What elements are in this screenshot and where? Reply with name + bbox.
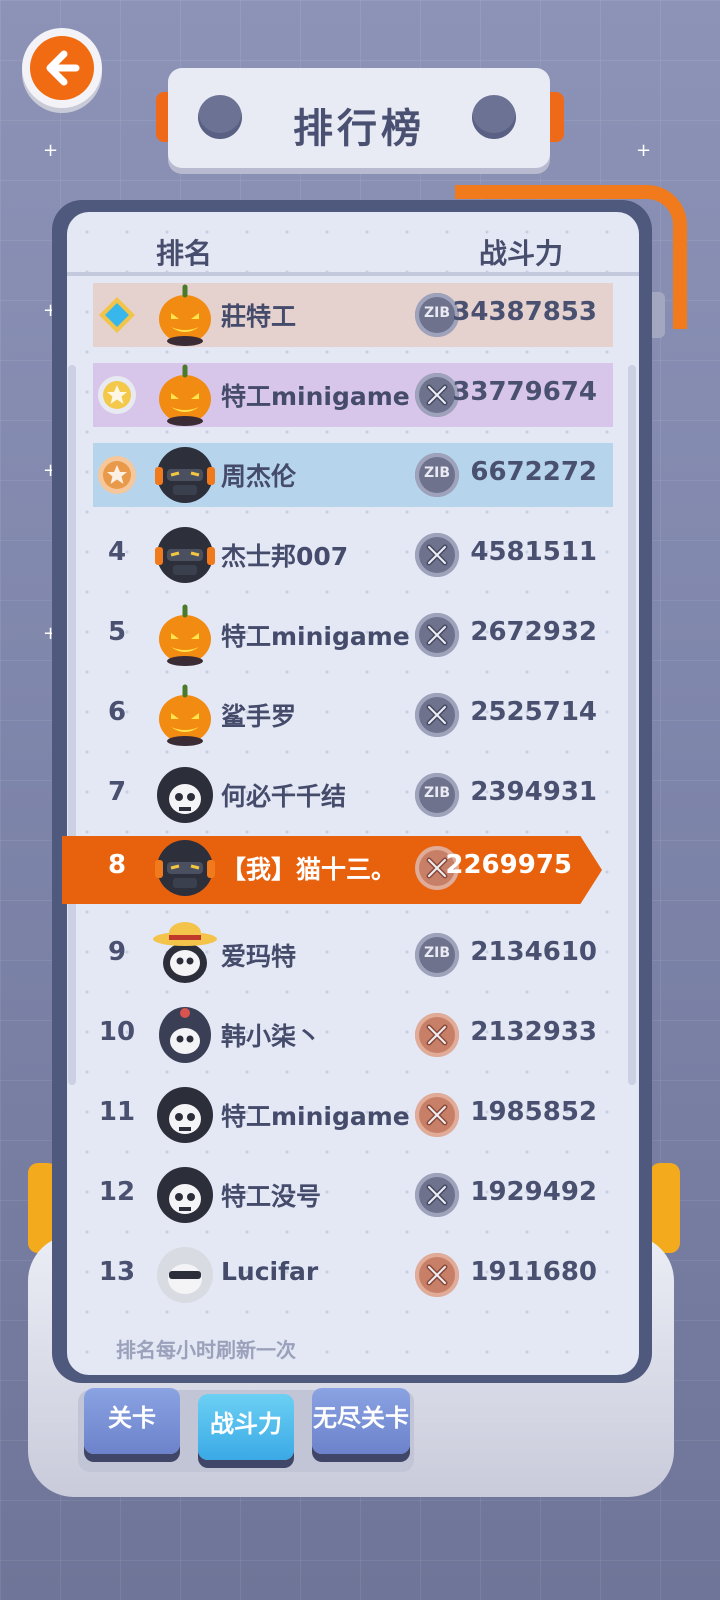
leaderboard-row[interactable]: 13 Lucifar 1911680	[93, 1243, 613, 1307]
player-name: Lucifar	[221, 1257, 319, 1286]
leaderboard-row[interactable]: 5 特工minigame 2672932	[93, 603, 613, 667]
player-name: 特工没号	[221, 1182, 322, 1211]
leaderboard-row[interactable]: 11 特工minigame 1985852	[93, 1083, 613, 1147]
player-name: 何必千千结	[221, 782, 347, 811]
combat-power-value: 34387853	[452, 297, 597, 327]
combat-power-value: 33779674	[452, 377, 597, 407]
crossed-swords-badge-icon	[415, 1253, 459, 1297]
helmet-avatar-icon[interactable]	[153, 519, 217, 587]
crossed-swords-badge-icon	[415, 1093, 459, 1137]
leaderboard-row[interactable]: 9 爱玛特 ZIB 2134610	[93, 922, 613, 987]
leaderboard-row[interactable]: 10 韩小柒丶 2132933	[93, 1003, 613, 1067]
combat-power-value: 2134610	[470, 937, 597, 967]
scrollbar[interactable]	[628, 365, 636, 1085]
pumpkin-avatar-icon[interactable]	[153, 279, 217, 347]
player-name: 周杰伦	[221, 462, 297, 491]
crossed-swords-badge-icon	[415, 693, 459, 737]
player-name: 特工minigame	[221, 382, 410, 411]
player-name: 韩小柒丶	[221, 1022, 322, 1051]
gold-star-medal-icon	[97, 375, 137, 415]
tab-levels[interactable]: 关卡	[84, 1388, 180, 1454]
crossed-swords-badge-icon	[415, 1013, 459, 1057]
rank-number: 11	[98, 1097, 136, 1127]
leaderboard-row[interactable]: 6 鲨手罗 2525714	[93, 683, 613, 747]
helmet-avatar-icon[interactable]	[153, 439, 217, 507]
skull-hood-avatar-icon[interactable]	[153, 759, 217, 827]
page-title: 排行榜	[293, 106, 425, 152]
player-name: 莊特工	[221, 302, 297, 331]
my-rank-row[interactable]: 8 【我】猫十三。 2269975	[62, 836, 602, 904]
combat-power-value: 1911680	[470, 1257, 597, 1287]
skull-straw-hat-avatar-icon[interactable]	[153, 919, 217, 987]
back-button[interactable]	[22, 28, 102, 108]
player-name: 【我】猫十三。	[221, 855, 397, 884]
combat-power-value: 1985852	[470, 1097, 597, 1127]
rank-number: 5	[107, 617, 127, 647]
rank-number: 9	[107, 937, 127, 967]
tab-combat-power[interactable]: 战斗力	[198, 1394, 294, 1460]
helmet-avatar-icon[interactable]	[153, 836, 217, 900]
refresh-note: 排名每小时刷新一次	[116, 1338, 296, 1362]
pumpkin-avatar-icon[interactable]	[153, 359, 217, 427]
skull-hood-avatar-icon[interactable]	[153, 1079, 217, 1147]
scroll-rail-left	[68, 365, 76, 1085]
rank-number: 12	[98, 1177, 136, 1207]
side-clip-right	[650, 1163, 680, 1253]
leaderboard-row[interactable]: 7 何必千千结 ZIB 2394931	[93, 763, 613, 827]
plus-decoration: +	[636, 140, 652, 161]
pumpkin-avatar-icon[interactable]	[153, 679, 217, 747]
player-name: 爱玛特	[221, 942, 297, 971]
rank-number: 4	[107, 537, 127, 567]
combat-power-value: 2394931	[470, 777, 597, 807]
rank-column-header: 排名	[156, 237, 213, 270]
leaderboard-row[interactable]: 4 杰士邦007 4581511	[93, 523, 613, 587]
combat-power-value: 2132933	[470, 1017, 597, 1047]
player-name: 特工minigame	[221, 1102, 410, 1131]
combat-power-value: 6672272	[470, 457, 597, 487]
skull-white-hood-avatar-icon[interactable]	[153, 1239, 217, 1307]
combat-power-value: 2525714	[470, 697, 597, 727]
zib-badge-icon: ZIB	[415, 773, 459, 817]
arrow-left-icon	[46, 50, 80, 86]
plus-decoration: +	[43, 140, 59, 161]
zib-badge-icon: ZIB	[415, 933, 459, 977]
rank-number: 6	[107, 697, 127, 727]
rank-number: 8	[107, 850, 127, 880]
player-name: 鲨手罗	[221, 702, 297, 731]
crossed-swords-badge-icon	[415, 613, 459, 657]
combat-power-value: 2269975	[445, 850, 572, 880]
combat-power-value: 2672932	[470, 617, 597, 647]
leaderboard-row[interactable]: 特工minigame 33779674	[93, 363, 613, 427]
combat-power-value: 4581511	[470, 537, 597, 567]
rank-number: 10	[98, 1017, 136, 1047]
zib-badge-icon: ZIB	[415, 453, 459, 497]
crossed-swords-badge-icon	[415, 1173, 459, 1217]
pumpkin-avatar-icon[interactable]	[153, 599, 217, 667]
tab-endless-levels[interactable]: 无尽关卡	[312, 1388, 410, 1454]
power-column-header: 战斗力	[479, 237, 564, 270]
rank-number: 7	[107, 777, 127, 807]
bronze-star-medal-icon	[97, 455, 137, 495]
leaderboard-row[interactable]: 12 特工没号 1929492	[93, 1163, 613, 1227]
skull-helmet-avatar-icon[interactable]	[153, 999, 217, 1067]
player-name: 杰士邦007	[221, 542, 349, 571]
leaderboard-row[interactable]: 周杰伦 ZIB 6672272	[93, 443, 613, 507]
skull-hood-avatar-icon[interactable]	[153, 1159, 217, 1227]
player-name: 特工minigame	[221, 622, 410, 651]
combat-power-value: 1929492	[470, 1177, 597, 1207]
header-divider	[67, 272, 639, 276]
crossed-swords-badge-icon	[415, 533, 459, 577]
rank-number: 13	[98, 1257, 136, 1287]
title-board: 排行榜	[168, 68, 550, 168]
leaderboard-row[interactable]: 莊特工 ZIB 34387853	[93, 283, 613, 347]
diamond-medal-icon	[97, 295, 137, 335]
